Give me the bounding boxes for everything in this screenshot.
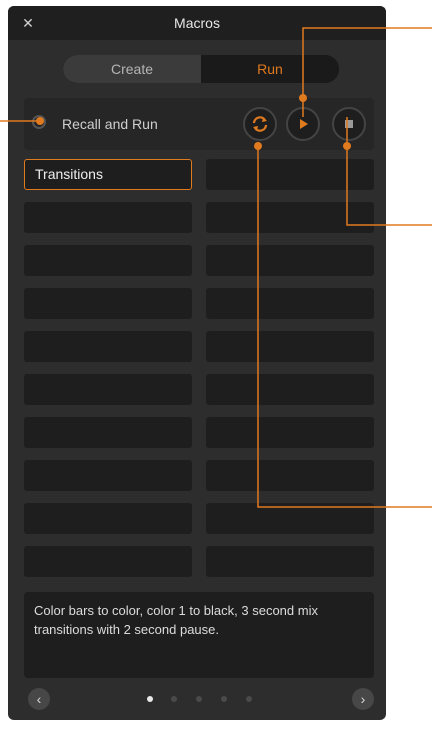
recall-run-row: Recall and Run (24, 98, 374, 150)
recall-run-radio[interactable] (32, 115, 46, 129)
macro-slot[interactable] (206, 245, 374, 276)
title-bar: ✕ Macros (8, 6, 386, 40)
macro-slot[interactable] (24, 288, 192, 319)
loop-icon (252, 116, 268, 132)
macro-description: Color bars to color, color 1 to black, 3… (24, 592, 374, 678)
macro-slot[interactable] (206, 546, 374, 577)
page-dot-active[interactable] (147, 696, 153, 702)
recall-run-label: Recall and Run (62, 116, 158, 132)
macro-slot[interactable] (206, 417, 374, 448)
macro-slot[interactable] (24, 374, 192, 405)
macro-slot[interactable] (24, 331, 192, 362)
page-dot[interactable] (171, 696, 177, 702)
prev-page-button[interactable]: ‹ (28, 688, 50, 710)
page-dot[interactable] (221, 696, 227, 702)
macro-slot[interactable] (24, 546, 192, 577)
stop-button[interactable] (332, 107, 366, 141)
macro-slot[interactable] (206, 331, 374, 362)
macro-slot[interactable] (206, 374, 374, 405)
macro-slot[interactable] (24, 460, 192, 491)
play-icon (300, 119, 308, 129)
macro-slot[interactable] (206, 460, 374, 491)
tab-create[interactable]: Create (63, 55, 201, 83)
macro-slot[interactable] (24, 202, 192, 233)
macro-slot[interactable] (206, 159, 374, 190)
next-page-button[interactable]: › (352, 688, 374, 710)
macro-slot[interactable] (24, 503, 192, 534)
macro-slot[interactable] (206, 288, 374, 319)
loop-button[interactable] (243, 107, 277, 141)
tab-run[interactable]: Run (201, 55, 339, 83)
macros-window: ✕ Macros Create Run Recall and Run Trans… (8, 6, 386, 720)
macro-slot-transitions[interactable]: Transitions (24, 159, 192, 190)
macro-slot[interactable] (24, 417, 192, 448)
window-title: Macros (174, 15, 220, 31)
macro-slot[interactable] (206, 503, 374, 534)
stop-icon (345, 120, 353, 128)
page-dot[interactable] (196, 696, 202, 702)
macro-slot[interactable] (24, 245, 192, 276)
play-button[interactable] (286, 107, 320, 141)
mode-toggle: Create Run (63, 55, 339, 83)
macro-slot[interactable] (206, 202, 374, 233)
page-dot[interactable] (246, 696, 252, 702)
